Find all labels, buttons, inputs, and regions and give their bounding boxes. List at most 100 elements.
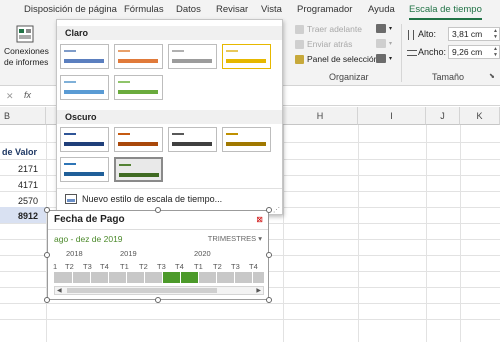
ribbon-tabs: Disposición de página Fórmulas Datos Rev… (0, 0, 500, 20)
tab-escala-de-tiempo[interactable]: Escala de tiempo (409, 4, 482, 20)
scroll-thumb[interactable] (67, 288, 217, 293)
timeline-selected-range: ago - dez de 2019 (54, 234, 123, 244)
timeline-tick (126, 272, 127, 283)
grid-line (358, 125, 359, 342)
size-dialog-launcher-icon[interactable]: ⬊ (489, 72, 495, 80)
bring-forward-icon (295, 24, 304, 34)
style-swatch[interactable] (114, 75, 163, 100)
clear-filter-icon[interactable]: ⊠ (256, 215, 263, 224)
style-swatch[interactable] (60, 157, 109, 182)
style-swatch[interactable] (222, 127, 271, 152)
grid-line (460, 125, 461, 342)
scroll-left-icon[interactable]: ◀ (57, 287, 62, 294)
resize-handle[interactable] (266, 207, 272, 213)
width-label: Ancho: (418, 47, 447, 57)
tab-ayuda[interactable]: Ayuda (368, 4, 395, 15)
timeline-quarter: T3 (231, 262, 240, 271)
style-swatch[interactable] (168, 44, 217, 69)
height-value: 3,81 cm (452, 29, 483, 39)
cancel-icon[interactable]: ✕ (6, 91, 14, 102)
timeline-quarter: T3 (157, 262, 166, 271)
column-header-b[interactable]: B (0, 107, 46, 125)
selection-pane-button[interactable]: Panel de selección (295, 54, 378, 64)
timeline-control[interactable]: Fecha de Pago ⊠ ago - dez de 2019 TRIMES… (47, 210, 269, 300)
style-swatch[interactable] (114, 44, 163, 69)
style-swatch[interactable] (60, 44, 109, 69)
cell-value-total[interactable]: 8912 (18, 211, 38, 221)
style-swatch-selected[interactable] (114, 157, 163, 182)
width-spin-icon[interactable]: ▲ ▼ (492, 46, 499, 58)
grid-line (0, 319, 500, 320)
group-button[interactable]: ▾ (376, 39, 392, 48)
tab-datos[interactable]: Datos (176, 4, 201, 15)
timeline-tick (198, 272, 199, 283)
bring-forward-label: Traer adelante (307, 24, 362, 34)
style-swatch[interactable] (60, 127, 109, 152)
timeline-quarter: T1 (194, 262, 203, 271)
ribbon-separator (401, 24, 402, 82)
style-swatch[interactable] (114, 127, 163, 152)
resize-handle[interactable] (44, 252, 50, 258)
timeline-tick (108, 272, 109, 283)
bring-forward-button[interactable]: Traer adelante (295, 24, 362, 34)
tab-revisar[interactable]: Revisar (216, 4, 248, 15)
height-field[interactable]: 3,81 cm ▲ ▼ (448, 27, 500, 41)
width-value: 9,26 cm (452, 47, 483, 57)
new-style-icon (65, 194, 77, 204)
timeline-quarter: 1 (53, 262, 58, 271)
tab-programador[interactable]: Programador (297, 4, 352, 15)
column-header-h[interactable]: H (283, 107, 358, 125)
resize-handle[interactable] (266, 297, 272, 303)
fx-icon[interactable]: fx (24, 90, 31, 100)
tab-formulas[interactable]: Fórmulas (124, 4, 164, 15)
height-spin-icon[interactable]: ▲ ▼ (492, 28, 499, 40)
cell-header-valor[interactable]: de Valor (2, 147, 37, 157)
gallery-section-light: Claro (57, 26, 282, 40)
scroll-right-icon[interactable]: ▶ (256, 287, 261, 294)
send-backward-label: Enviar atrás (307, 39, 353, 49)
rotate-button[interactable]: ▾ (376, 54, 392, 63)
resize-handle[interactable] (44, 297, 50, 303)
timeline-quarter: T1 (120, 262, 129, 271)
timeline-quarter: T4 (249, 262, 258, 271)
report-connections-button[interactable]: Conexiones de informes (2, 22, 50, 68)
resize-handle[interactable] (155, 297, 161, 303)
timeline-quarter: T2 (65, 262, 74, 271)
rotate-icon (376, 54, 386, 63)
tab-vista[interactable]: Vista (261, 4, 282, 15)
timeline-level-selector[interactable]: TRIMESTRES ▾ (208, 234, 262, 243)
chevron-down-icon: ▾ (258, 234, 262, 243)
align-chevron-icon: ▾ (389, 26, 393, 32)
cell-value[interactable]: 2171 (18, 164, 38, 174)
column-header-j[interactable]: J (426, 107, 460, 125)
resize-handle[interactable] (266, 252, 272, 258)
style-swatch[interactable] (222, 44, 271, 69)
timeline-bar[interactable] (54, 272, 264, 283)
column-header-i[interactable]: I (358, 107, 426, 125)
timeline-scrollbar[interactable]: ◀ ▶ (54, 286, 264, 295)
group-label-organizar: Organizar (329, 72, 369, 82)
timeline-tick (162, 272, 163, 283)
column-header-k[interactable]: K (460, 107, 500, 125)
height-icon (408, 30, 414, 40)
resize-handle[interactable] (44, 207, 50, 213)
tab-disposicion[interactable]: Disposición de página (24, 4, 117, 15)
report-connections-icon (16, 25, 34, 43)
resize-handle[interactable] (155, 207, 161, 213)
cell-value[interactable]: 4171 (18, 180, 38, 190)
gallery-divider (57, 188, 282, 189)
style-swatch[interactable] (168, 127, 217, 152)
timeline-quarter: T3 (83, 262, 92, 271)
new-timeline-style-item[interactable]: Nuevo estilo de escala de tiempo... (65, 194, 222, 204)
timeline-tick (72, 272, 73, 283)
cell-value[interactable]: 2570 (18, 196, 38, 206)
style-swatch[interactable] (60, 75, 109, 100)
align-button[interactable]: ▾ (376, 24, 392, 33)
report-connections-label-2: de informes (4, 57, 49, 67)
timeline-tick (252, 272, 253, 283)
grid-line (426, 125, 427, 342)
width-field[interactable]: 9,26 cm ▲ ▼ (448, 45, 500, 59)
resize-grip-icon[interactable]: ⋰ (273, 206, 280, 214)
send-backward-button[interactable]: Enviar atrás (295, 39, 352, 49)
height-label: Alto: (418, 29, 437, 39)
